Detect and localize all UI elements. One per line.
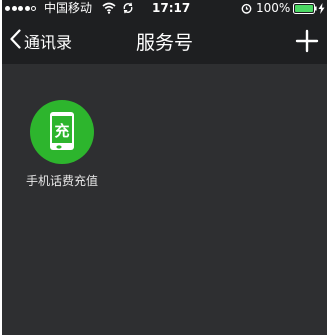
charging-icon bbox=[318, 3, 325, 17]
alarm-icon bbox=[241, 3, 252, 17]
clock: 17:17 bbox=[152, 1, 191, 15]
battery-icon bbox=[293, 3, 317, 17]
plus-icon bbox=[295, 29, 319, 53]
status-bar: 中国移动 17:17 100% bbox=[2, 0, 327, 17]
add-button[interactable] bbox=[295, 29, 319, 53]
phone-recharge-icon: 充 bbox=[30, 100, 94, 164]
carrier-name: 中国移动 bbox=[44, 1, 93, 15]
sync-icon bbox=[122, 2, 134, 17]
page-title: 服务号 bbox=[135, 32, 193, 54]
service-item-phone-recharge[interactable]: 充 手机话费充值 bbox=[17, 100, 107, 189]
navigation-bar: 通讯录 服务号 bbox=[2, 17, 327, 64]
recharge-char: 充 bbox=[54, 122, 69, 140]
wifi-icon bbox=[102, 2, 116, 17]
service-accounts-screen: 中国移动 17:17 100% 通讯录 服务号 充 手机话费充值 bbox=[0, 0, 329, 335]
service-label: 手机话费充值 bbox=[25, 174, 98, 188]
battery-percentage: 100% bbox=[256, 1, 291, 15]
service-list: 充 手机话费充值 bbox=[2, 64, 327, 335]
signal-strength-icon bbox=[5, 6, 36, 11]
